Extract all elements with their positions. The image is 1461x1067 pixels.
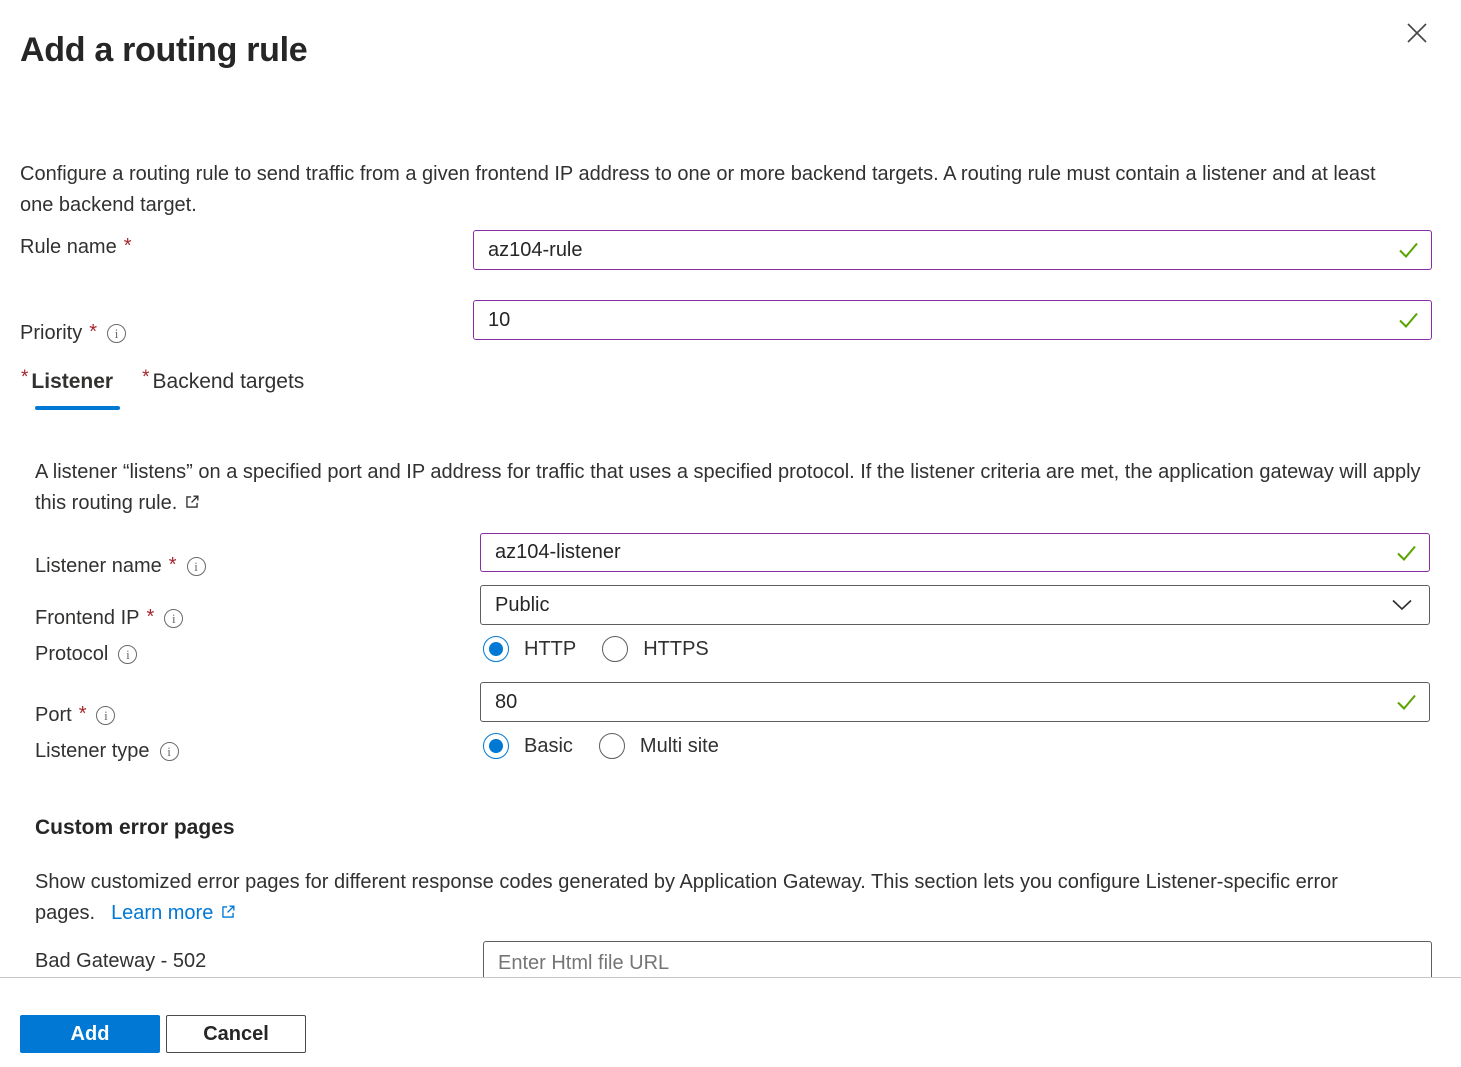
valid-check-icon (1398, 312, 1419, 329)
radio-unselected-icon (602, 636, 628, 662)
listener-name-field (480, 533, 1430, 572)
required-marker: * (124, 235, 132, 258)
custom-error-pages-heading: Custom error pages (35, 816, 235, 840)
required-marker: * (142, 367, 149, 389)
bad-gateway-502-url-input[interactable] (483, 941, 1432, 978)
add-button[interactable]: Add (20, 1015, 160, 1053)
frontend-ip-label: Frontend IP* i (35, 607, 183, 630)
radio-unselected-icon (599, 733, 625, 759)
listener-name-label: Listener name* i (35, 555, 206, 578)
close-icon (1404, 20, 1430, 46)
page-title: Add a routing rule (20, 31, 307, 70)
external-link-icon[interactable] (183, 494, 201, 516)
active-tab-indicator (35, 406, 120, 410)
tab-backend-targets[interactable]: * Backend targets (142, 370, 304, 394)
frontend-ip-select[interactable]: Public (480, 585, 1430, 625)
valid-check-icon (1396, 694, 1417, 711)
info-icon[interactable]: i (160, 742, 179, 761)
radio-selected-icon (483, 636, 509, 662)
info-icon[interactable]: i (96, 706, 115, 725)
protocol-label: Protocol i (35, 643, 137, 666)
required-marker: * (79, 703, 87, 726)
listener-type-label: Listener type i (35, 740, 179, 763)
required-marker: * (169, 554, 177, 577)
priority-input[interactable] (473, 300, 1432, 340)
info-icon[interactable]: i (164, 609, 183, 628)
tab-listener[interactable]: * Listener (21, 370, 113, 394)
dialog-description: Configure a routing rule to send traffic… (20, 159, 1400, 221)
protocol-radio-http[interactable]: HTTP (483, 636, 576, 662)
info-icon[interactable]: i (187, 557, 206, 576)
rule-tabs: * Listener * Backend targets (21, 370, 304, 394)
rule-name-label: Rule name* (20, 236, 132, 259)
valid-check-icon (1396, 544, 1417, 561)
rule-name-input[interactable] (473, 230, 1432, 270)
rule-name-field (473, 230, 1432, 270)
bad-gateway-502-label: Bad Gateway - 502 (35, 950, 206, 973)
dialog-content: Add a routing rule Configure a routing r… (0, 0, 1461, 978)
required-marker: * (21, 367, 28, 389)
custom-error-pages-description: Show customized error pages for differen… (35, 867, 1395, 929)
required-marker: * (147, 606, 155, 629)
radio-selected-icon (483, 733, 509, 759)
protocol-radio-https[interactable]: HTTPS (602, 636, 709, 662)
priority-label: Priority* i (20, 322, 126, 345)
protocol-radio-group: HTTP HTTPS (483, 636, 709, 662)
external-link-icon (219, 904, 237, 926)
port-field (480, 682, 1430, 722)
required-marker: * (89, 321, 97, 344)
listener-description: A listener “listens” on a specified port… (35, 457, 1431, 519)
port-input[interactable] (480, 682, 1430, 722)
cancel-button[interactable]: Cancel (166, 1015, 306, 1053)
priority-field (473, 300, 1432, 340)
chevron-down-icon (1391, 594, 1413, 617)
learn-more-link[interactable]: Learn more (111, 902, 237, 924)
listener-type-radio-group: Basic Multi site (483, 733, 719, 759)
frontend-ip-selected-value: Public (495, 594, 549, 617)
listener-type-radio-multi-site[interactable]: Multi site (599, 733, 719, 759)
close-button[interactable] (1398, 14, 1436, 52)
info-icon[interactable]: i (107, 324, 126, 343)
bad-gateway-502-field (483, 941, 1432, 978)
valid-check-icon (1398, 242, 1419, 259)
info-icon[interactable]: i (118, 645, 137, 664)
listener-name-input[interactable] (480, 533, 1430, 572)
listener-type-radio-basic[interactable]: Basic (483, 733, 573, 759)
port-label: Port* i (35, 704, 115, 727)
